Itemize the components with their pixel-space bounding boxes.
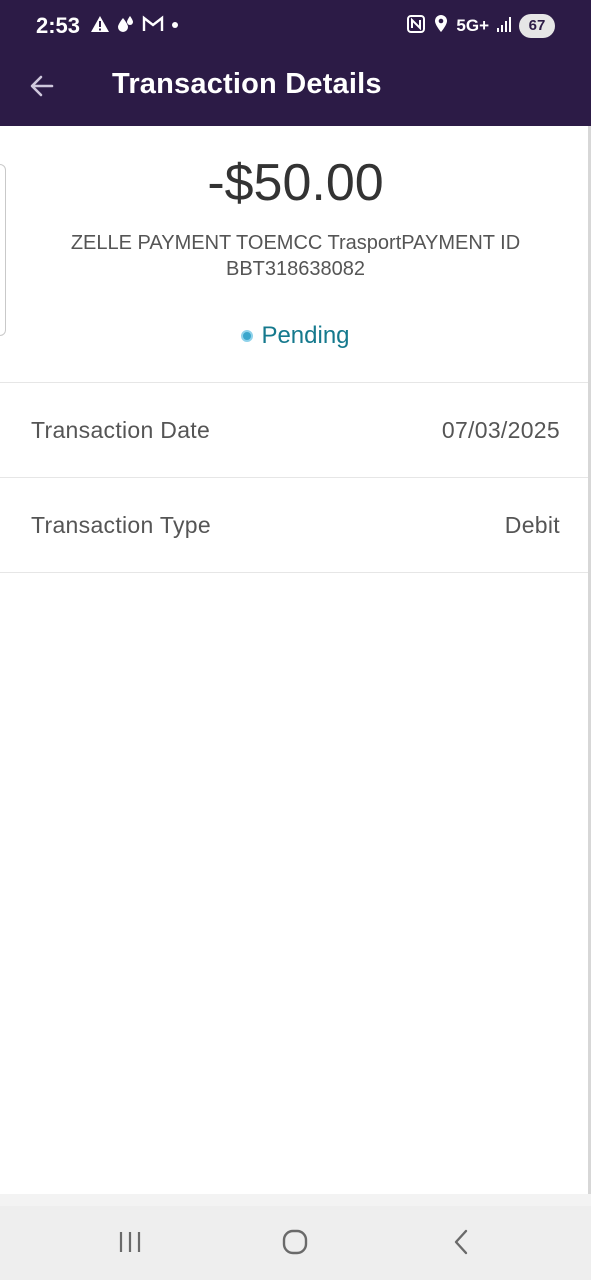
nav-spacer <box>0 1194 591 1206</box>
status-label: Pending <box>261 322 350 349</box>
dot-icon <box>170 14 180 39</box>
back-icon <box>450 1228 472 1261</box>
transaction-amount: -$50.00 <box>207 154 384 212</box>
app-bar: Transaction Details <box>0 52 591 126</box>
status-bar: 2:53 5G+ 67 <box>0 0 591 52</box>
nfc-icon <box>406 14 426 39</box>
pending-dot-icon <box>241 330 254 342</box>
notification-icons <box>90 14 180 38</box>
signal-icon <box>496 15 512 38</box>
battery-indicator: 67 <box>519 14 555 38</box>
back-button[interactable] <box>22 68 62 108</box>
network-label: 5G+ <box>456 16 489 35</box>
home-button[interactable] <box>273 1224 317 1264</box>
arrow-back-icon <box>28 72 56 105</box>
nav-back-button[interactable] <box>439 1224 483 1264</box>
detail-row-type: Transaction Type Debit <box>0 477 588 572</box>
status-badge: Pending <box>0 320 591 352</box>
page-title: Transaction Details <box>112 68 382 100</box>
drops-icon <box>116 14 136 39</box>
transaction-description: ZELLE PAYMENT TOEMCC TrasportPAYMENT ID … <box>70 232 521 280</box>
detail-value: Debit <box>504 512 560 538</box>
detail-label: Transaction Date <box>31 417 211 443</box>
warning-icon <box>90 14 110 39</box>
divider <box>0 572 588 573</box>
recents-button[interactable] <box>108 1224 152 1264</box>
recents-icon <box>117 1230 143 1259</box>
mail-icon <box>142 14 164 39</box>
system-icons: 5G+ 67 <box>406 13 555 39</box>
location-icon <box>433 14 449 39</box>
detail-row-date: Transaction Date 07/03/2025 <box>0 382 588 477</box>
detail-value: 07/03/2025 <box>441 417 560 443</box>
detail-label: Transaction Type <box>31 512 211 538</box>
system-nav-bar <box>0 1206 591 1280</box>
status-time: 2:53 <box>36 13 81 38</box>
home-icon <box>281 1228 309 1261</box>
